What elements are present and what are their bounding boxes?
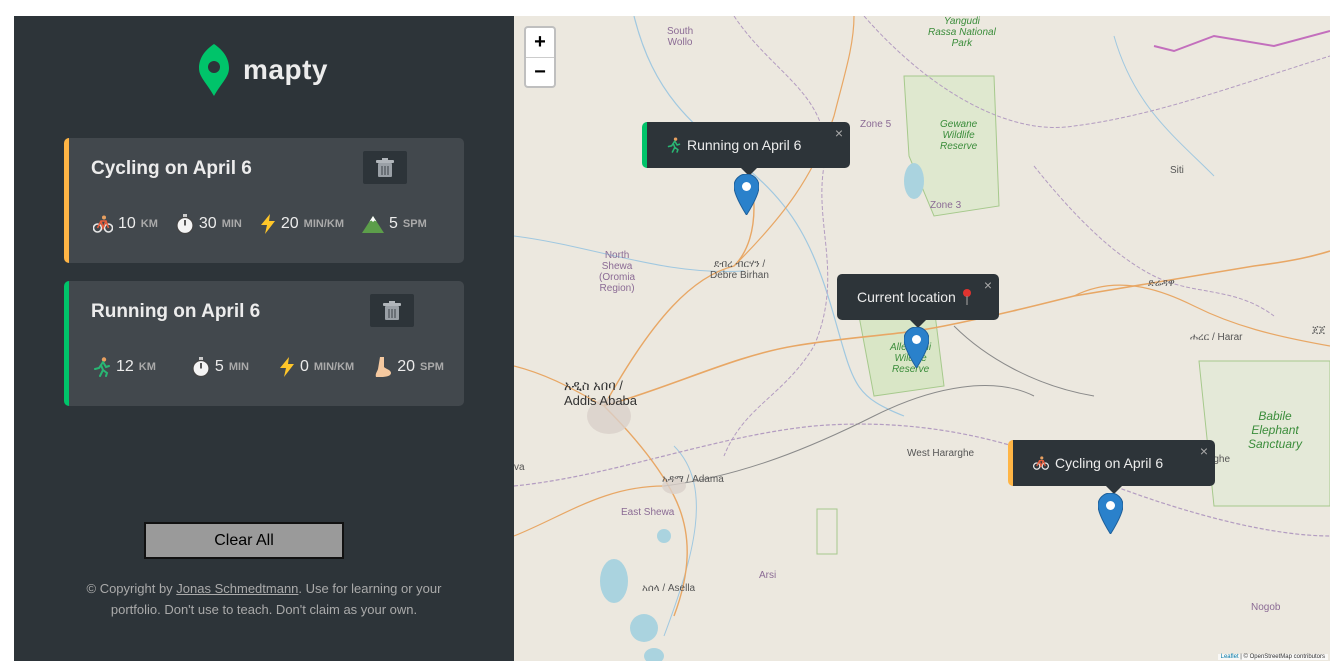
- map-marker-current-location[interactable]: [904, 327, 929, 368]
- workout-title: Cycling on April 6: [91, 158, 252, 179]
- stat-distance: 10 km: [93, 215, 158, 233]
- map-label: South Wollo: [667, 26, 694, 48]
- map-label: ድሬዳዋ: [1148, 278, 1175, 289]
- popup-running[interactable]: Running on April 6 ×: [642, 122, 850, 176]
- popup-label: Running on April 6: [687, 137, 802, 153]
- stat-unit: min: [221, 218, 242, 230]
- delete-workout-button[interactable]: [363, 151, 407, 184]
- popup-close-button[interactable]: ×: [835, 125, 843, 141]
- stat-unit: spm: [402, 218, 427, 230]
- zoom-out-button[interactable]: −: [526, 57, 554, 86]
- delete-workout-button[interactable]: [370, 294, 414, 327]
- stat-unit: km: [140, 218, 158, 230]
- stat-value: 5: [389, 215, 398, 232]
- stat-elevation: 5 spm: [362, 215, 427, 233]
- mountain-icon: [362, 216, 384, 233]
- clear-all-button[interactable]: Clear All: [144, 522, 344, 559]
- sidebar: mapty Cycling on April 6 10 KM 30 MIN 20…: [14, 16, 514, 661]
- popup-label: Cycling on April 6: [1055, 455, 1164, 471]
- zoom-in-button[interactable]: +: [526, 28, 554, 57]
- stat-duration: 5 min: [192, 357, 249, 377]
- map-label: Nogob: [1251, 602, 1281, 613]
- map-label: Arsi: [759, 570, 777, 581]
- workout-title: Running on April 6: [91, 301, 261, 322]
- stat-cadence: 20 spm: [372, 357, 444, 377]
- lightning-icon: [260, 214, 275, 234]
- map-label: አዲስ አበባ / Addis Ababa: [564, 378, 638, 408]
- stopwatch-icon: [176, 214, 194, 234]
- map-label: West Hararghe: [907, 448, 975, 459]
- popup-content: Cycling on April 6: [1033, 455, 1163, 471]
- stat-unit: min/km: [303, 218, 344, 230]
- trash-icon: [376, 157, 394, 177]
- popup-cycling[interactable]: Cycling on April 6 ×: [1008, 440, 1215, 494]
- map-label: አዳማ / Adama: [662, 474, 724, 485]
- popup-label: Current location: [857, 289, 956, 305]
- stat-unit: min/km: [313, 361, 355, 373]
- stopwatch-icon: [192, 357, 210, 377]
- trash-icon: [383, 300, 401, 320]
- stat-value: 30: [198, 215, 217, 232]
- stat-pace: 20 min/km: [260, 214, 344, 234]
- stat-value: 0: [299, 358, 309, 375]
- copyright-text: © Copyright by Jonas Schmedtmann. Use fo…: [64, 578, 464, 620]
- map-label: Siti: [1170, 165, 1184, 176]
- map-label: ጀጀ: [1312, 325, 1326, 336]
- map-label: ሐረር / Harar: [1190, 332, 1243, 343]
- stat-unit: spm: [420, 361, 444, 373]
- map-label: Zone 3: [930, 200, 962, 211]
- stat-value: 5: [214, 358, 224, 375]
- zoom-control: + −: [524, 26, 556, 88]
- leaflet-link[interactable]: Leaflet: [1221, 654, 1239, 660]
- stat-unit: km: [138, 361, 156, 373]
- map-label: አሰላ / Asella: [642, 583, 696, 594]
- map-label: Yangudi Rassa National Park: [928, 16, 996, 49]
- stat-distance: 12 km: [93, 357, 156, 377]
- stat-pace: 0 min/km: [279, 357, 354, 377]
- map-label: Babile Elephant Sanctuary: [1248, 409, 1303, 451]
- stat-unit: min: [228, 361, 249, 373]
- foot-icon: [375, 357, 392, 377]
- author-link[interactable]: Jonas Schmedtmann: [176, 581, 298, 596]
- lightning-icon: [279, 357, 294, 377]
- popup-current-location[interactable]: Current location ×: [837, 274, 999, 328]
- map-label: East Shewa: [621, 507, 675, 518]
- map-label: North Shewa (Oromia Region): [599, 250, 636, 294]
- stat-value: 20: [280, 215, 299, 232]
- map-view[interactable]: South Wollo Yangudi Rassa National Park …: [514, 16, 1330, 661]
- workout-card-running[interactable]: Running on April 6 12 KM 5 MIN 0 MIN/KM …: [64, 281, 464, 406]
- map-label: Gewane Wildlife Reserve: [940, 119, 978, 152]
- map-attribution: Leaflet | © OpenStreetMap contributors: [1217, 654, 1328, 660]
- workout-card-cycling[interactable]: Cycling on April 6 10 KM 30 MIN 20 MIN/K…: [64, 138, 464, 263]
- copyright-prefix: © Copyright by: [86, 581, 177, 596]
- osm-attribution: | © OpenStreetMap contributors: [1238, 654, 1325, 660]
- popup-close-button[interactable]: ×: [1200, 443, 1208, 459]
- popup-close-button[interactable]: ×: [984, 277, 992, 293]
- map-label: ደብረ ብርሃን / Debre Birhan: [710, 259, 769, 281]
- workout-stats: 10 km 30 min 20 mi: [93, 214, 445, 234]
- bicycle-icon: [1033, 456, 1049, 470]
- logo: mapty: [199, 44, 328, 96]
- stat-value: 20: [397, 358, 416, 375]
- red-pin-icon: [962, 289, 971, 305]
- runner-icon: [94, 357, 110, 377]
- workout-stats: 12 km 5 min 0 min/: [93, 357, 462, 377]
- map-label: va: [514, 462, 525, 473]
- map-marker-cycling[interactable]: [1098, 493, 1123, 534]
- stat-duration: 30 min: [176, 214, 242, 234]
- app-name: mapty: [243, 54, 328, 85]
- map-pin-logo-icon: [199, 44, 229, 96]
- map-label: Zone 5: [860, 119, 892, 130]
- app-root: mapty Cycling on April 6 10 KM 30 MIN 20…: [14, 16, 1330, 661]
- popup-content: Current location: [857, 289, 972, 305]
- map-marker-running[interactable]: [734, 174, 759, 215]
- popup-content: Running on April 6: [667, 137, 801, 153]
- bicycle-icon: [93, 215, 113, 233]
- stat-value: 12: [116, 358, 134, 375]
- stat-value: 10: [118, 215, 136, 232]
- runner-icon: [667, 137, 681, 153]
